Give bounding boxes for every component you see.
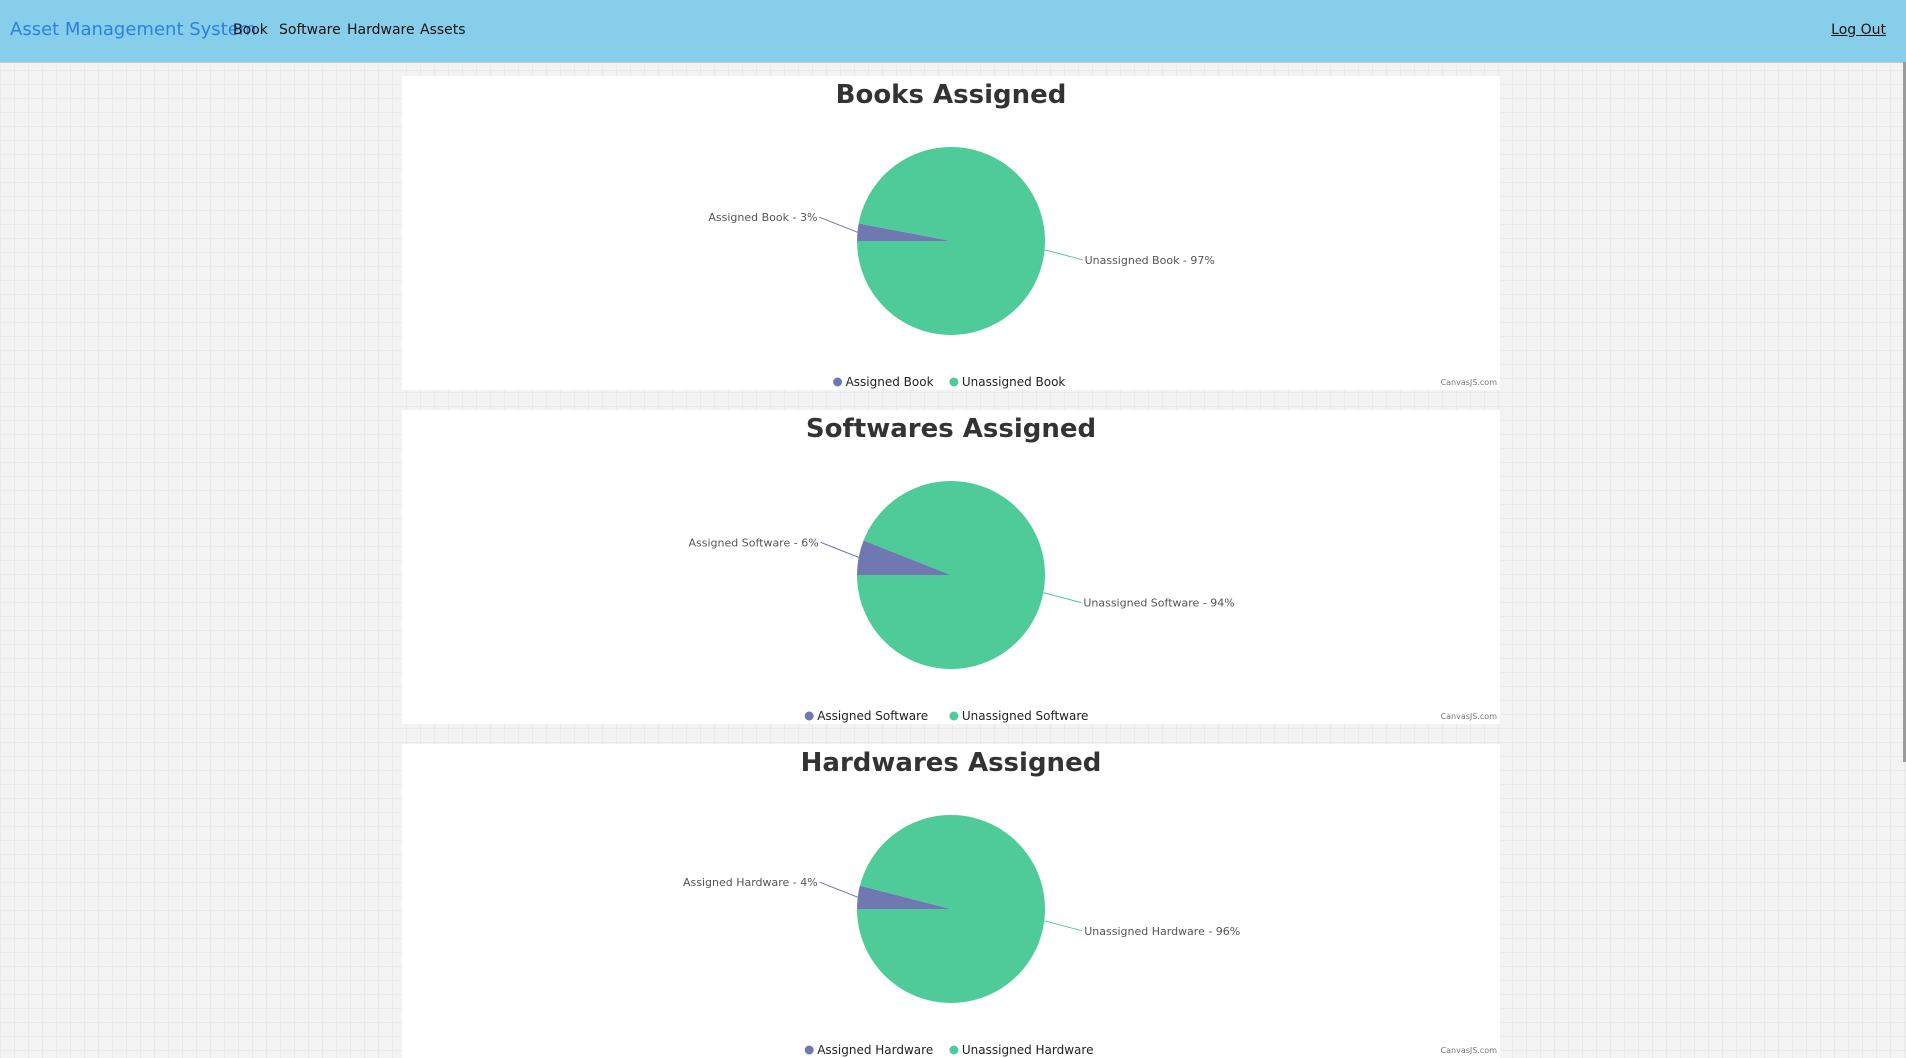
books-legend-item[interactable]: Unassigned Book bbox=[962, 375, 1066, 389]
nav-book[interactable]: Book bbox=[233, 22, 268, 38]
books-chart-panel: Books Assigned Assigned Book - 3% Unassign… bbox=[402, 76, 1500, 390]
softwares-slice-label: Unassigned Software - 94% bbox=[1083, 597, 1234, 610]
softwares-leader-line bbox=[820, 541, 859, 558]
softwares-slice-unassigned[interactable] bbox=[857, 481, 1045, 670]
softwares-credit-link[interactable]: CanvasJS.com bbox=[1441, 712, 1498, 721]
hardwares-chart: Hardwares Assigned Assigned Hardware - 4%… bbox=[683, 748, 1498, 1057]
softwares-legend: Assigned Software Unassigned Software bbox=[804, 709, 1089, 723]
books-chart-title: Books Assigned bbox=[836, 80, 1067, 110]
softwares-chart-panel: Softwares Assigned Assigned Software - 6%… bbox=[402, 410, 1500, 724]
hardwares-slice-label: Assigned Hardware - 4% bbox=[683, 876, 818, 889]
softwares-slice-label: Assigned Software - 6% bbox=[689, 536, 819, 549]
softwares-legend-marker bbox=[949, 711, 959, 721]
hardwares-chart-title: Hardwares Assigned bbox=[801, 748, 1102, 778]
books-legend-item[interactable]: Assigned Book bbox=[846, 375, 934, 389]
hardwares-legend-marker bbox=[804, 1045, 814, 1055]
softwares-legend-item[interactable]: Assigned Software bbox=[817, 709, 928, 723]
navbar: Asset Management System Book Software Ha… bbox=[0, 0, 1906, 63]
softwares-legend-item[interactable]: Unassigned Software bbox=[962, 709, 1089, 723]
nav-assets[interactable]: Assets bbox=[420, 22, 466, 38]
books-legend-marker bbox=[833, 377, 843, 387]
brand-link[interactable]: Asset Management System bbox=[10, 19, 256, 40]
softwares-chart: Softwares Assigned Assigned Software - 6%… bbox=[689, 414, 1498, 723]
books-chart: Books Assigned Assigned Book - 3% Unassign… bbox=[708, 80, 1498, 389]
hardwares-credit-link[interactable]: CanvasJS.com bbox=[1441, 1046, 1498, 1055]
books-credit-link[interactable]: CanvasJS.com bbox=[1441, 378, 1498, 387]
hardwares-slice-label: Unassigned Hardware - 96% bbox=[1084, 925, 1240, 938]
books-legend: Assigned Book Unassigned Book bbox=[833, 375, 1065, 389]
nav-software[interactable]: Software bbox=[279, 22, 341, 38]
logout-link[interactable]: Log Out bbox=[1831, 22, 1886, 38]
books-legend-marker bbox=[949, 377, 959, 387]
hardwares-legend-marker bbox=[949, 1045, 959, 1055]
hardwares-legend-item[interactable]: Assigned Hardware bbox=[817, 1043, 933, 1057]
hardwares-legend: Assigned Hardware Unassigned Hardware bbox=[804, 1043, 1094, 1057]
hardwares-leader-line bbox=[1044, 920, 1083, 932]
softwares-leader-line bbox=[1043, 592, 1082, 604]
books-slice-label: Unassigned Book - 97% bbox=[1085, 254, 1215, 267]
books-leader-line bbox=[1044, 249, 1083, 261]
softwares-legend-marker bbox=[804, 711, 814, 721]
hardwares-legend-item[interactable]: Unassigned Hardware bbox=[962, 1043, 1094, 1057]
softwares-chart-title: Softwares Assigned bbox=[806, 414, 1096, 444]
nav-hardware[interactable]: Hardware bbox=[347, 22, 415, 38]
books-leader-line bbox=[819, 216, 858, 233]
hardwares-chart-panel: Hardwares Assigned Assigned Hardware - 4%… bbox=[402, 744, 1500, 1058]
books-slice-label: Assigned Book - 3% bbox=[708, 211, 817, 224]
hardwares-leader-line bbox=[819, 881, 858, 898]
